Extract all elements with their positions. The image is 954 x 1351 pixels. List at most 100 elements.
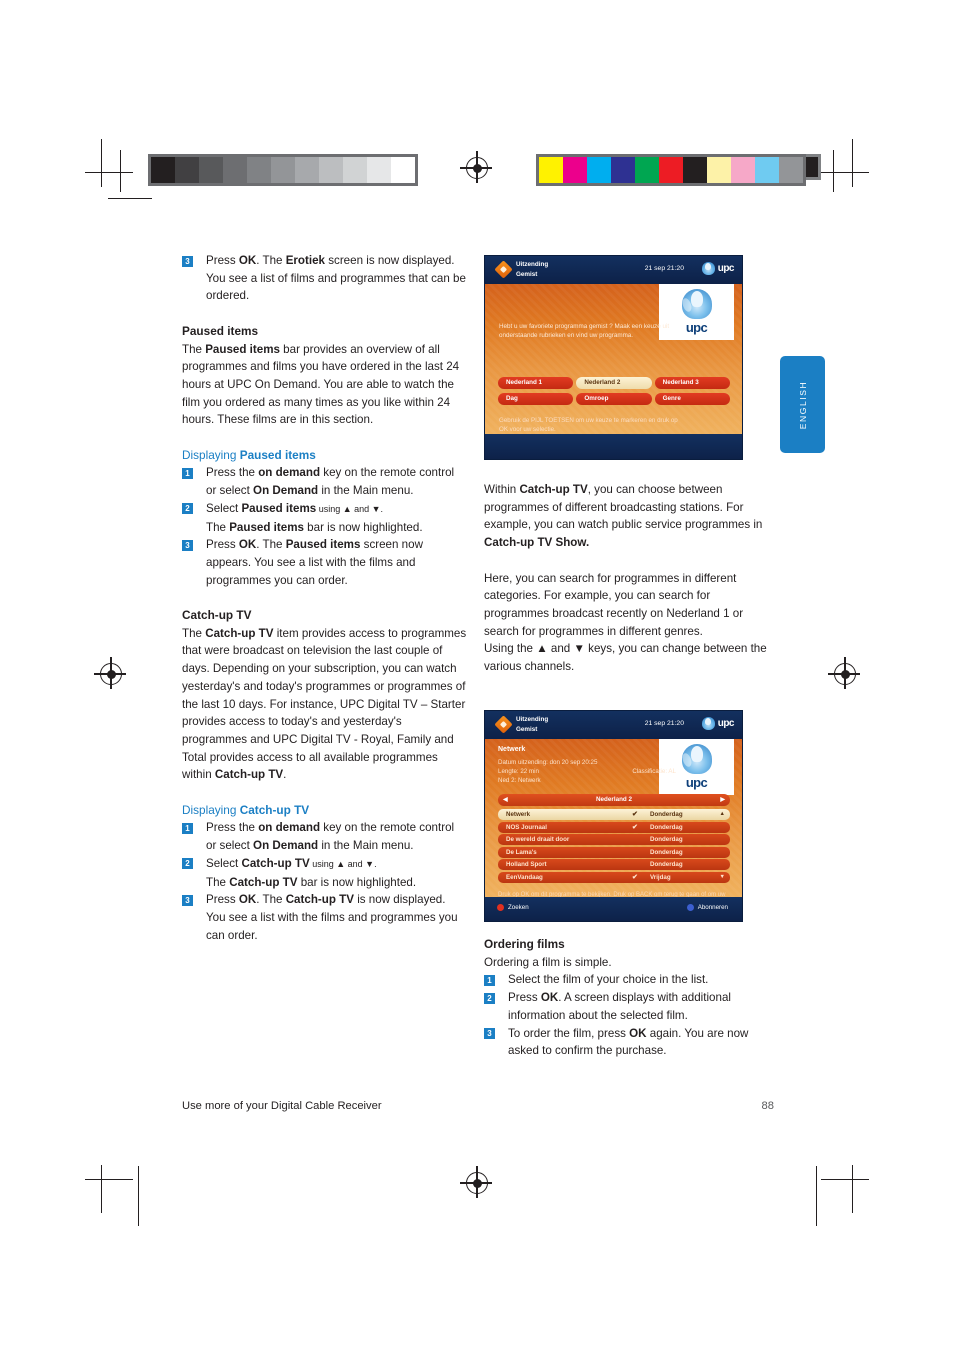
tv-meta-length-row: Classificatie: AL Lengte: 22 min (498, 767, 676, 776)
step-number-badge: 2 (182, 503, 193, 515)
tv-programme-info: Netwerk Datum uitzending: don 20 sep 20:… (498, 746, 676, 786)
crop-mark (101, 1165, 103, 1213)
color-swatch-0 (539, 157, 563, 183)
tv-clock: 21 sep 21:20 (644, 720, 684, 727)
crop-mark (138, 1166, 140, 1226)
step-number-badge: 3 (182, 255, 193, 267)
language-tab-label: ENGLISH (797, 380, 808, 429)
tv-body: upc Hebt u uw favoriete programma gemist… (485, 284, 742, 434)
blue-button-icon (686, 904, 694, 911)
tv-brand-line2: Gemist (516, 270, 538, 278)
tv-category-button[interactable]: Omroep (576, 393, 652, 405)
registration-target-icon (460, 151, 492, 183)
gray-swatch-1 (175, 157, 199, 183)
tv-category-button[interactable]: Genre (654, 393, 730, 405)
gray-swatch-3 (223, 157, 247, 183)
registration-target-icon (94, 657, 126, 689)
uitzending-gemist-diamond-icon (494, 260, 513, 279)
step-text: Press OK. The Catch-up TV is now display… (206, 893, 458, 942)
gray-swatch-2 (199, 157, 223, 183)
tv-category-button[interactable]: Dag (498, 393, 574, 405)
tv-channel-selector[interactable]: ◀ Nederland 2 ▶ (498, 794, 730, 806)
step-number-badge: 2 (182, 858, 193, 870)
tv-programme-meta: Datum uitzending: don 20 sep 20:25 Class… (498, 758, 676, 786)
tv-screenshot-programme-list: Uitzending Gemist 21 sep 21:20 upc upc N… (484, 710, 743, 922)
step-number-badge: 3 (484, 1028, 495, 1040)
upc-flower-icon (681, 289, 712, 319)
step-text: Select Paused items using ▲ and ▼. The Pa… (206, 501, 423, 534)
upc-header-logo: upc (701, 262, 735, 275)
registration-dot (840, 669, 850, 679)
color-swatch-4 (635, 157, 659, 183)
scroll-down-icon[interactable]: ▼ (720, 872, 725, 883)
tv-intro-text: Hebt u uw favoriete programma gemist ? M… (499, 323, 670, 340)
tv-foot-bar (485, 434, 742, 459)
tv-foot-label-zoeken: Zoeken (508, 904, 529, 911)
step-text: Press OK. A screen displays with additio… (508, 991, 731, 1022)
paragraph-channel-keys: Using the ▲ and ▼ keys, you can change b… (484, 642, 767, 674)
color-swatch-3 (611, 157, 635, 183)
tv-programme-day: Donderdag (650, 823, 683, 831)
registration-dot (472, 163, 482, 173)
upc-wordmark: upc (717, 718, 735, 729)
step-list-displaying-catchup-tv: 1 Press the on demand key on the remote … (182, 819, 467, 944)
tv-help-text: Gebruik de PIJL TOETSEN om uw keuze te m… (499, 417, 678, 433)
check-circle-icon: ✔ (632, 823, 638, 831)
list-item: 3 To order the film, press OK again. You… (484, 1025, 774, 1060)
crop-mark (108, 198, 152, 200)
color-swatch-1 (563, 157, 587, 183)
color-swatch-6 (683, 157, 707, 183)
left-text-column: 3 Press OK. The Erotiek screen is now di… (182, 252, 467, 944)
color-swatch-5 (659, 157, 683, 183)
tv-meta-classification: Classificatie: AL (632, 768, 676, 776)
tv-foot-action-zoeken[interactable]: Zoeken (497, 904, 529, 911)
tv-programme-row[interactable]: Netwerk ✔ Donderdag ▲ (498, 809, 730, 820)
step-list-erotiek: 3 Press OK. The Erotiek screen is now di… (182, 252, 467, 305)
list-item: 2 Select Paused items using ▲ and ▼. The … (182, 500, 467, 536)
tv-category-button[interactable]: Nederland 1 (498, 377, 574, 389)
tv-category-button[interactable]: Nederland 3 (654, 377, 730, 389)
footer-title: Use more of your Digital Cable Receiver (182, 1100, 382, 1112)
chevron-left-icon[interactable]: ◀ (503, 794, 508, 806)
grayscale-calibration-strip (148, 154, 418, 186)
step-number-badge: 3 (182, 539, 193, 551)
scroll-up-icon[interactable]: ▲ (720, 809, 725, 820)
paragraph-within-catchup: Within Catch-up TV, you can choose betwe… (484, 483, 763, 550)
paragraph-ordering-intro: Ordering a film is simple. (484, 955, 612, 969)
check-circle-icon: ✔ (632, 873, 638, 881)
color-swatch-7 (707, 157, 731, 183)
registration-dot (106, 669, 116, 679)
list-item: 1 Press the on demand key on the remote … (182, 464, 467, 499)
tv-programme-name: Netwerk (506, 811, 531, 818)
gray-swatch-8 (343, 157, 367, 183)
tv-clock: 21 sep 21:20 (644, 265, 684, 272)
tv-foot-action-abonneren[interactable]: Abonneren (686, 904, 728, 911)
tv-screenshot-uitzending-gemist-home: Uitzending Gemist 21 sep 21:20 upc upc H… (484, 255, 743, 460)
tv-programme-row[interactable]: De Lama's Donderdag (498, 846, 730, 858)
gray-swatch-6 (295, 157, 319, 183)
list-item: 3 Press OK. The Erotiek screen is now di… (182, 252, 467, 305)
list-item: 2 Press OK. A screen displays with addit… (484, 989, 774, 1024)
upc-wordmark: upc (717, 263, 735, 274)
tv-category-buttons: Nederland 1 Nederland 2 Nederland 3 Dag Omro… (498, 377, 730, 405)
page-footer: Use more of your Digital Cable Receiver … (182, 1100, 774, 1112)
tv-programme-row[interactable]: EenVandaag ✔ Vrijdag ▼ (498, 871, 730, 883)
red-button-icon (497, 904, 504, 911)
list-item: 3 Press OK. The Catch-up TV is now displ… (182, 891, 467, 944)
tv-programme-row[interactable]: Holland Sport Donderdag (498, 859, 730, 870)
tv-body: upc Netwerk Datum uitzending: don 20 sep… (485, 739, 742, 907)
tv-programme-day: Donderdag (650, 848, 683, 856)
tv-programme-row[interactable]: De wereld draait door Donderdag (498, 834, 730, 845)
tv-category-button[interactable]: Nederland 2 (576, 377, 652, 389)
chevron-right-icon[interactable]: ▶ (720, 794, 725, 806)
crop-mark (852, 139, 854, 187)
upc-flower-icon (701, 717, 715, 730)
step-text: Select the film of your choice in the li… (508, 973, 709, 987)
crop-mark (101, 139, 103, 187)
tv-programme-row[interactable]: NOS Journaal ✔ Donderdag (498, 821, 730, 833)
tv-channel-label: Nederland 2 (595, 796, 633, 803)
upc-wordmark: upc (685, 775, 708, 790)
upc-flower-icon (701, 262, 715, 275)
gray-swatch-5 (271, 157, 295, 183)
tv-brand-line2: Gemist (516, 725, 538, 733)
